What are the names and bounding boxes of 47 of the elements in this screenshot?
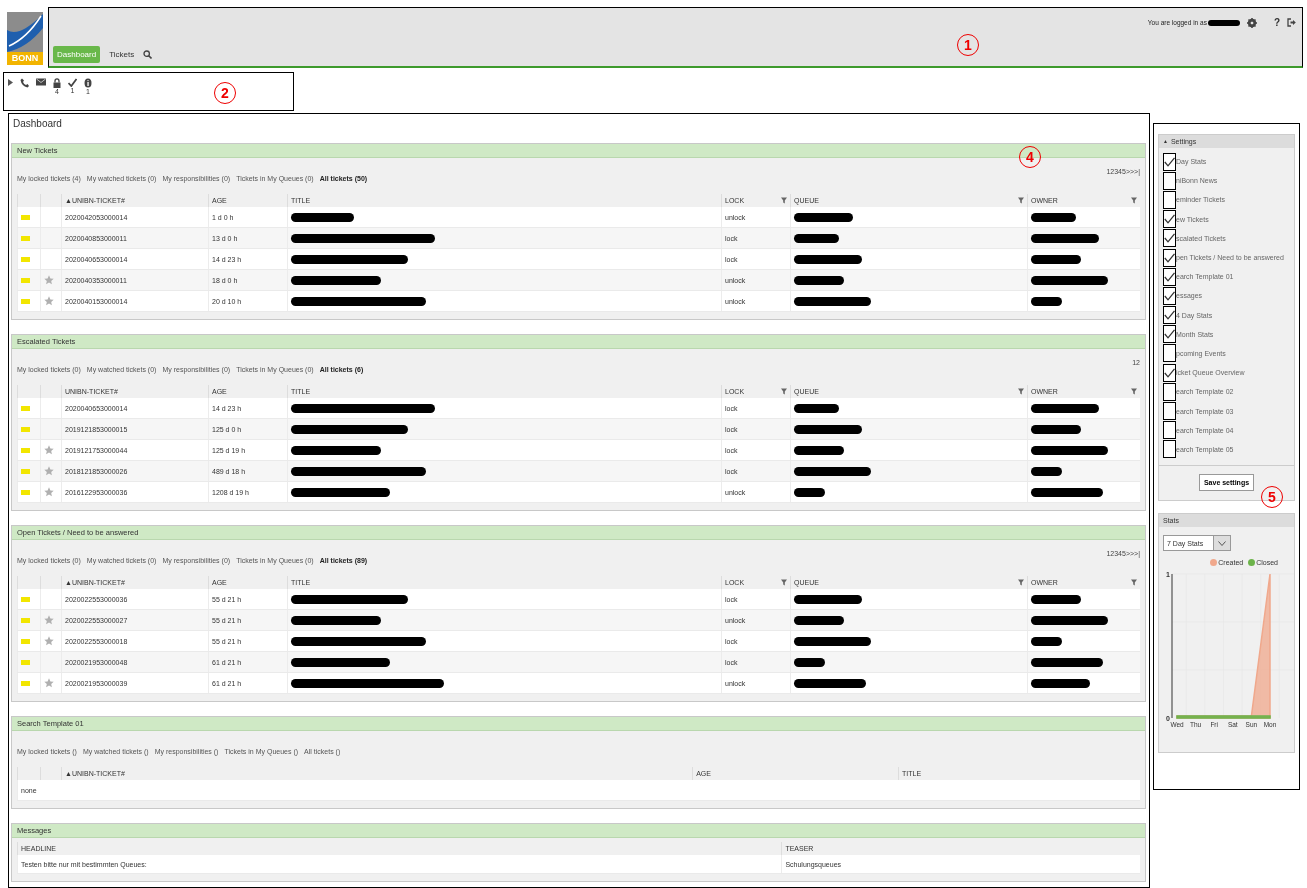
star-icon[interactable] [44,486,54,497]
checkbox[interactable] [1163,229,1176,248]
checkbox[interactable] [1163,325,1176,344]
help-icon[interactable]: ? [1273,17,1280,28]
filter-icon[interactable] [1018,579,1024,586]
star-icon[interactable] [44,635,54,646]
filter-icon[interactable] [781,197,787,204]
filter-icon[interactable] [1131,197,1137,204]
checkbox[interactable] [1163,286,1176,305]
checkbox[interactable] [1163,382,1176,401]
page-title: Dashboard [12,117,63,131]
checkbox[interactable] [1163,402,1176,421]
filter-icon[interactable] [781,579,787,586]
star-icon[interactable] [44,677,54,688]
star-icon[interactable] [44,614,54,625]
filter-icon[interactable] [1018,197,1024,204]
checkbox[interactable] [1163,171,1176,190]
checkbox[interactable] [1163,344,1176,363]
expand-icon[interactable] [8,78,13,87]
search-icon[interactable] [143,50,153,59]
checkbox[interactable] [1163,267,1176,286]
checkbox[interactable] [1163,363,1176,382]
checkbox[interactable] [1163,152,1176,171]
logout-icon[interactable] [1287,18,1296,27]
star-icon[interactable] [44,444,54,455]
checkbox[interactable] [1163,440,1176,459]
checkbox[interactable] [1163,210,1176,229]
phone-icon[interactable] [20,78,29,88]
lock-icon[interactable] [53,78,61,88]
nav-tab[interactable]: Tickets [105,46,139,63]
envelope-icon[interactable] [36,78,46,86]
filter-icon[interactable] [1018,388,1024,395]
info-icon[interactable] [84,78,92,88]
logo-text: BONN [7,52,43,65]
check-icon[interactable] [68,78,77,87]
checkbox[interactable] [1163,421,1176,440]
star-icon[interactable] [44,465,54,476]
filter-icon[interactable] [781,388,787,395]
star-icon[interactable] [44,274,54,285]
checkbox[interactable] [1163,248,1176,267]
settings-icon[interactable] [1246,17,1257,28]
filter-icon[interactable] [1131,579,1137,586]
checkbox[interactable] [1163,306,1176,325]
caret-icon [1218,540,1226,546]
checkbox[interactable] [1163,190,1176,209]
filter-icon[interactable] [1131,388,1137,395]
star-icon[interactable] [44,295,54,306]
